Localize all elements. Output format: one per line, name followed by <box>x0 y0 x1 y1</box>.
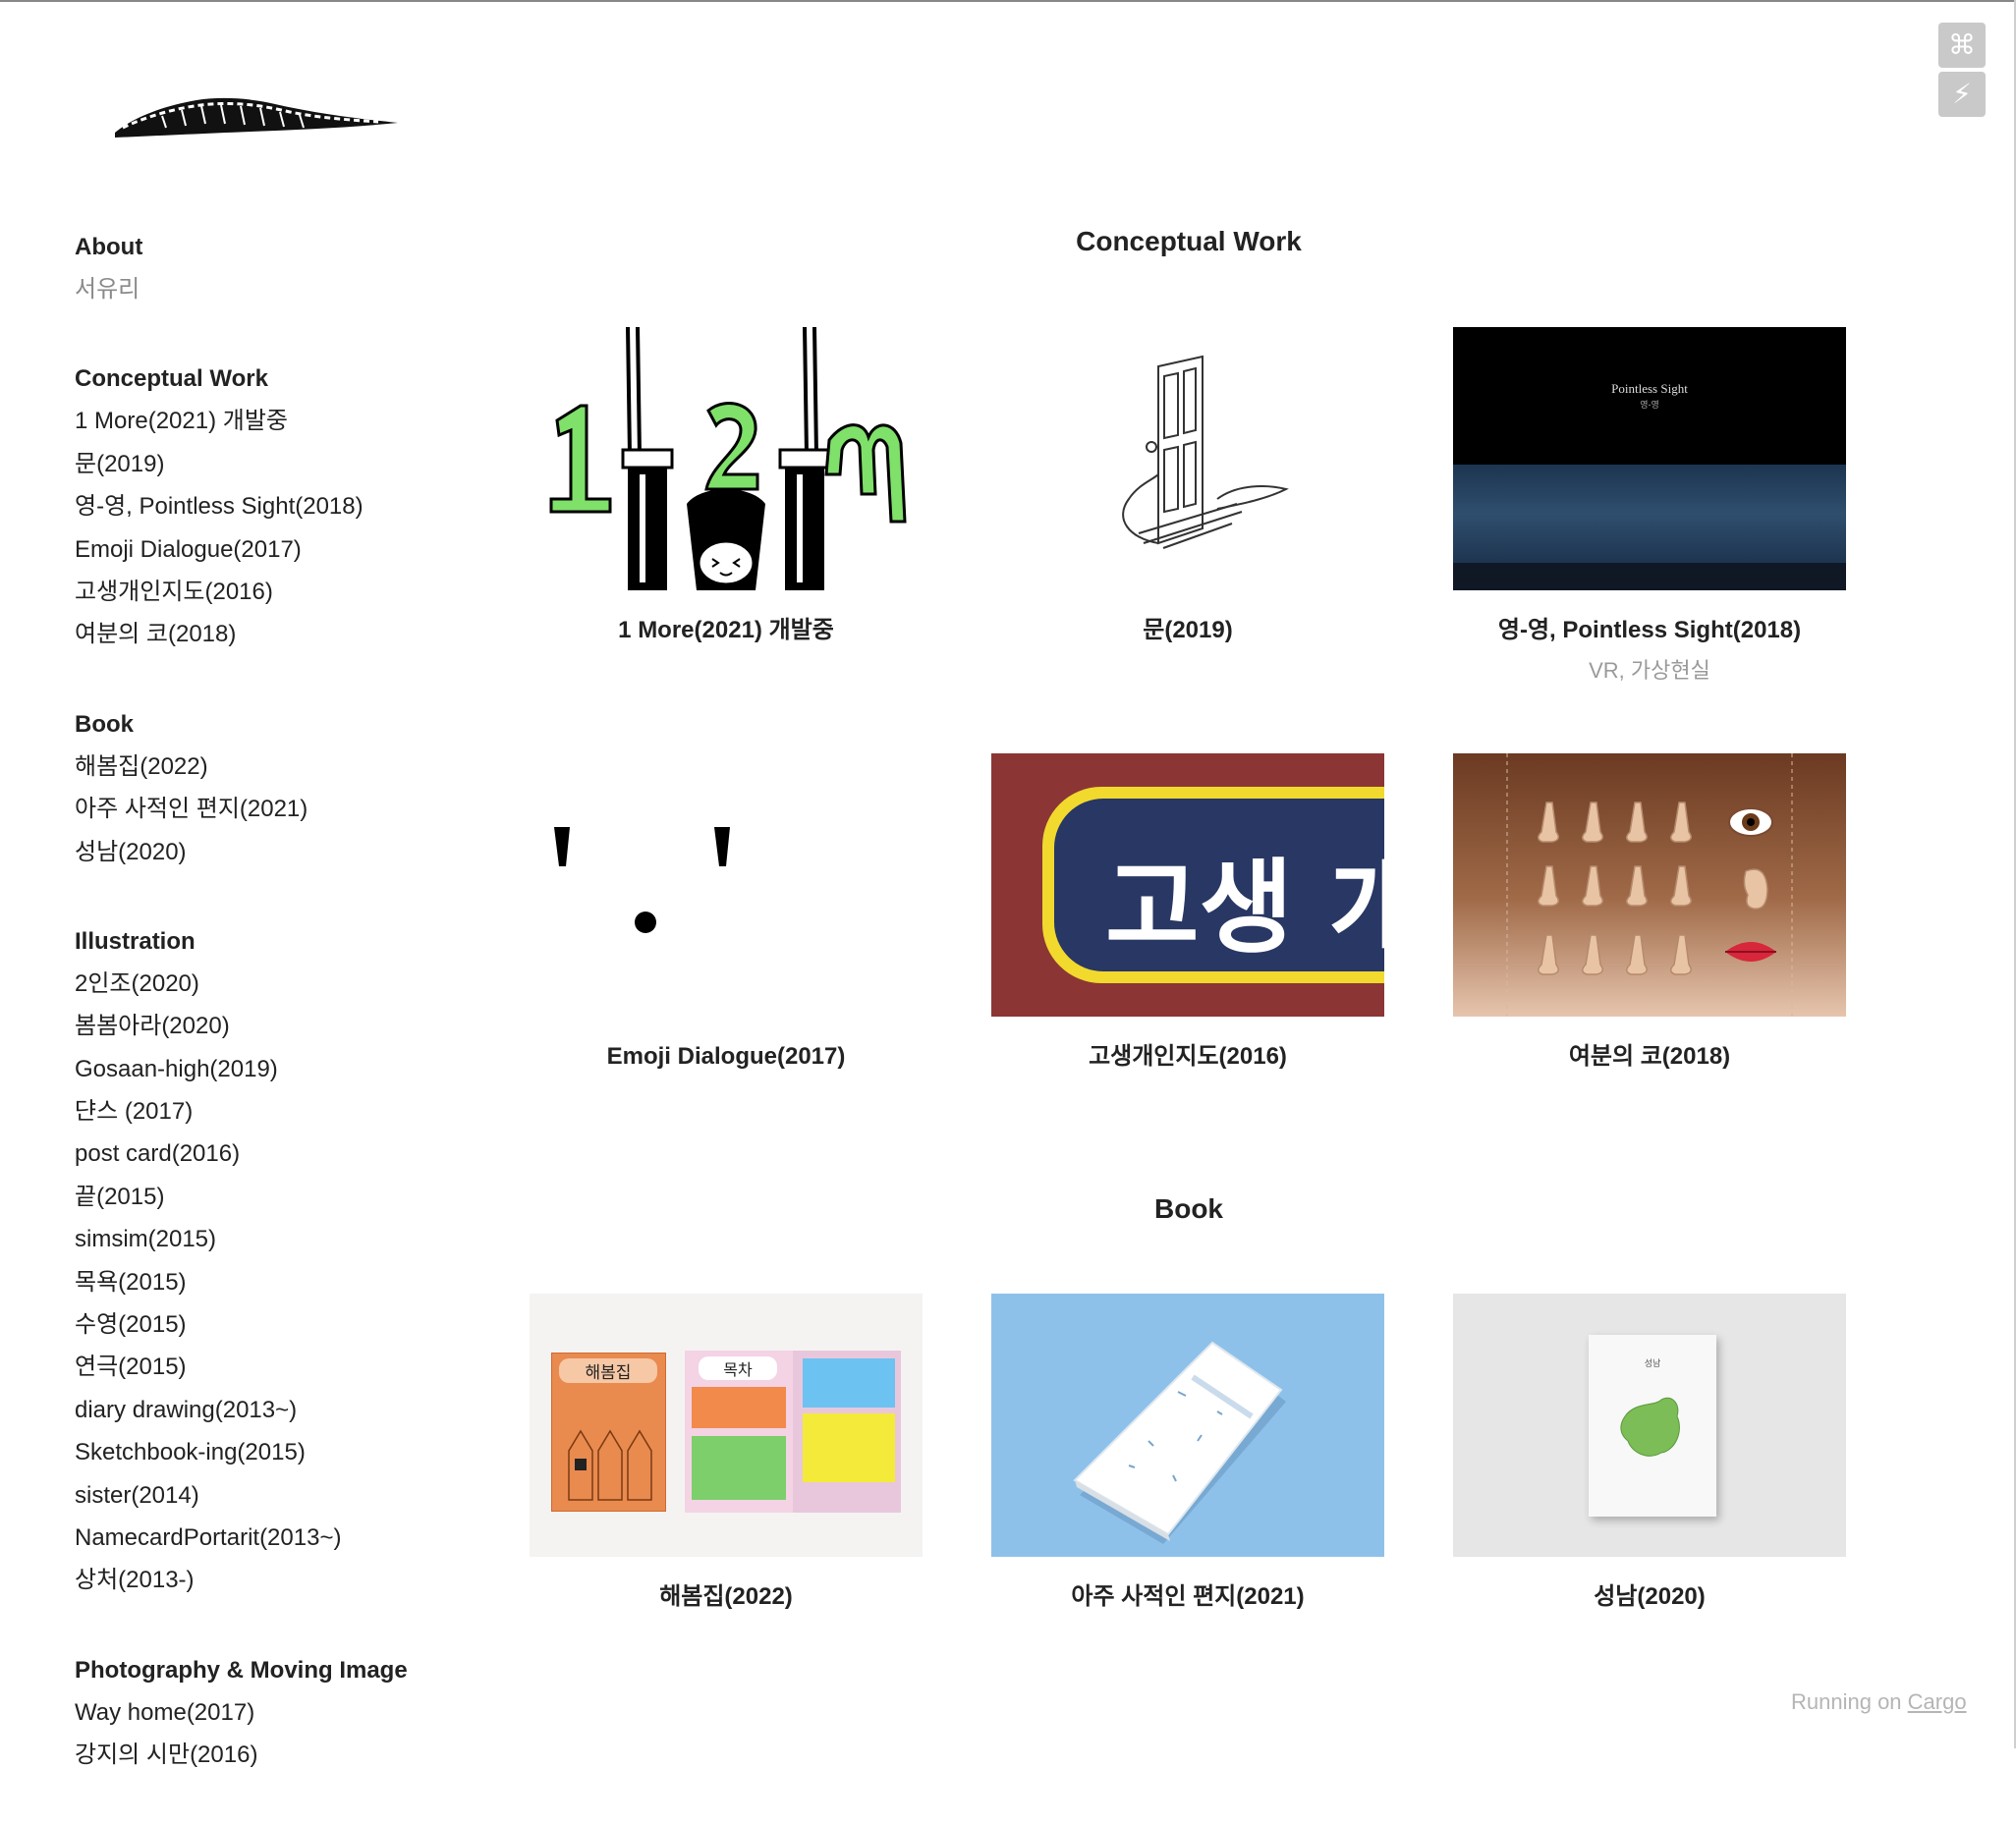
sign-text: 고생 개 <box>1105 848 1384 967</box>
thumbnail-title: Pointless Sight <box>1611 381 1688 396</box>
sidebar-link[interactable]: 상처(2013-) <box>75 1559 468 1601</box>
cargo-prefix: Running on <box>1791 1689 1908 1714</box>
project-caption: 아주 사적인 편지(2021) <box>1071 1583 1305 1610</box>
sidebar-section: About 서유리 <box>75 226 468 310</box>
sidebar-link[interactable]: 끝(2015) <box>75 1176 468 1218</box>
sidebar-section-title[interactable]: Book <box>75 703 468 746</box>
sidebar-link[interactable]: 해봄집(2022) <box>75 746 468 788</box>
sidebar-link[interactable]: post card(2016) <box>75 1133 468 1175</box>
project-card-door[interactable]: 문(2019) <box>991 327 1384 685</box>
sidebar-link[interactable]: 성남(2020) <box>75 831 468 873</box>
sidebar-link[interactable]: Gosaan-high(2019) <box>75 1048 468 1090</box>
thumbnail-letter <box>991 1294 1384 1557</box>
sidebar-section: Photography & Moving Image Way home(2017)… <box>75 1649 468 1777</box>
cargo-link[interactable]: Cargo <box>1908 1689 1967 1714</box>
sidebar-link[interactable]: 2인조(2020) <box>75 963 468 1005</box>
sidebar-section: Conceptual Work 1 More(2021) 개발중 문(2019) 영-… <box>75 358 468 655</box>
sidebar-link[interactable]: 목욕(2015) <box>75 1261 468 1303</box>
sidebar-link[interactable]: 수영(2015) <box>75 1303 468 1346</box>
sidebar-link[interactable]: diary drawing(2013~) <box>75 1389 468 1431</box>
sidebar-nav: About 서유리 Conceptual Work 1 More(2021) 개발중 문… <box>75 226 468 1824</box>
command-button[interactable]: ⌘ <box>1938 23 1986 68</box>
project-caption: 해봄집(2022) <box>659 1583 793 1610</box>
quick-action-button[interactable]: ⚡ <box>1938 72 1986 117</box>
sidebar-link[interactable]: 봄봄아라(2020) <box>75 1005 468 1047</box>
project-caption: 문(2019) <box>1143 617 1233 643</box>
sidebar-link[interactable]: 여분의 코(2018) <box>75 613 468 655</box>
sidebar-link[interactable]: 1 More(2021) 개발중 <box>75 400 468 442</box>
sidebar-section: Illustration 2인조(2020) 봄봄아라(2020) Gosaan-hi… <box>75 920 468 1602</box>
book-card-letter[interactable]: 아주 사적인 편지(2021) <box>991 1294 1384 1612</box>
sidebar-link[interactable]: Emoji Dialogue(2017) <box>75 528 468 571</box>
thumbnail-noses <box>1453 753 1846 1017</box>
project-caption: 영-영, Pointless Sight(2018) <box>1497 617 1802 643</box>
project-caption: Emoji Dialogue(2017) <box>606 1043 846 1070</box>
project-subcaption: VR, 가상현실 <box>1589 658 1710 683</box>
thumbnail-1-more <box>530 327 923 590</box>
project-card-emoji-dialogue[interactable]: Emoji Dialogue(2017) <box>530 753 923 1072</box>
sidebar-link[interactable]: NamecardPortarit(2013~) <box>75 1517 468 1559</box>
sidebar-link[interactable]: Way home(2017) <box>75 1691 468 1734</box>
top-border <box>0 0 2016 2</box>
sidebar-link[interactable]: 고생개인지도(2016) <box>75 571 468 613</box>
sidebar-section-title[interactable]: Conceptual Work <box>75 358 468 400</box>
thumbnail-emoji-dialogue <box>530 753 923 1017</box>
project-caption: 1 More(2021) 개발중 <box>618 617 834 643</box>
sidebar-section: Book 해봄집(2022) 아주 사적인 편지(2021) 성남(2020) <box>75 703 468 873</box>
sidebar-link[interactable]: 연극(2015) <box>75 1346 468 1388</box>
running-on-cargo: Running on Cargo <box>1791 1689 1967 1715</box>
sidebar-link[interactable]: sister(2014) <box>75 1474 468 1517</box>
sidebar-link[interactable]: 아주 사적인 편지(2021) <box>75 788 468 830</box>
book-card-seongnam[interactable]: 성남 성남(2020) <box>1453 1294 1846 1612</box>
sidebar-section-title[interactable]: Illustration <box>75 920 468 963</box>
book-toc-title: 목차 <box>699 1356 777 1380</box>
project-caption: 고생개인지도(2016) <box>1089 1043 1287 1070</box>
site-logo[interactable] <box>103 79 408 157</box>
sidebar-link[interactable]: 영-영, Pointless Sight(2018) <box>75 485 468 527</box>
thumbnail-haebom: 해봄집 목차 <box>530 1294 923 1557</box>
sidebar-link[interactable]: simsim(2015) <box>75 1218 468 1260</box>
thumbnail-seongnam: 성남 <box>1453 1294 1846 1557</box>
sidebar-link[interactable]: Sketchbook-ing(2015) <box>75 1431 468 1473</box>
sidebar-link[interactable]: 문(2019) <box>75 443 468 485</box>
sidebar-link[interactable]: 서유리 <box>75 268 468 310</box>
thumbnail-door <box>991 327 1384 590</box>
project-card-1-more[interactable]: 1 More(2021) 개발중 <box>530 327 923 685</box>
book-grid: 해봄집 목차 해봄집(2022) 아주 사적인 편지(2021) 성남 성남(2… <box>530 1294 1853 1612</box>
section-heading-conceptual-work: Conceptual Work <box>1076 226 1302 256</box>
project-caption: 성남(2020) <box>1594 1583 1706 1610</box>
sidebar-link[interactable]: 댠스 (2017) <box>75 1090 468 1133</box>
thumbnail-gosaeng: 고생 개 <box>991 753 1384 1017</box>
book-card-haebom[interactable]: 해봄집 목차 해봄집(2022) <box>530 1294 923 1612</box>
sidebar-link[interactable]: 강지의 시만(2016) <box>75 1734 468 1776</box>
thumbnail-title-ko: 영-영 <box>1640 400 1659 410</box>
project-caption: 여분의 코(2018) <box>1568 1043 1731 1070</box>
section-heading-book: Book <box>1154 1193 1223 1224</box>
lightning-icon: ⚡ <box>1952 78 1972 110</box>
sidebar-section-title[interactable]: About <box>75 226 468 268</box>
thumbnail-pointless-sight: Pointless Sight 영-영 <box>1453 327 1846 590</box>
conceptual-work-grid: 1 More(2021) 개발중 문(2019) Pointless Sight… <box>530 327 1853 1072</box>
project-card-pointless-sight[interactable]: Pointless Sight 영-영 영-영, Pointless Sight… <box>1453 327 1846 685</box>
sidebar-section-title[interactable]: Photography & Moving Image <box>75 1649 468 1691</box>
command-icon: ⌘ <box>1948 28 1976 61</box>
project-card-noses[interactable]: 여분의 코(2018) <box>1453 753 1846 1072</box>
project-card-gosaeng[interactable]: 고생 개 고생개인지도(2016) <box>991 753 1384 1072</box>
